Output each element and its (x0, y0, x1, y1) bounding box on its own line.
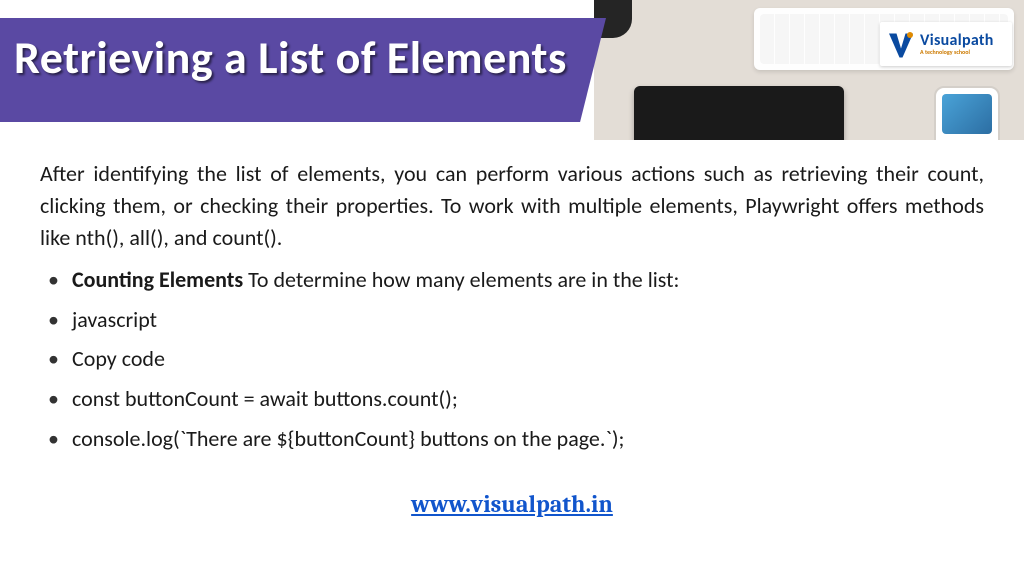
list-item: Counting Elements To determine how many … (48, 264, 984, 296)
list-item: javascript (48, 304, 984, 336)
brand-logo: Visualpath A technology school (880, 22, 1012, 66)
bullet-text: console.log(`There are ${buttonCount} bu… (72, 425, 624, 452)
list-item: Copy code (48, 343, 984, 375)
slide-title: Retrieving a List of Elements (14, 30, 567, 86)
bullet-text: To determine how many elements are in th… (243, 266, 679, 293)
bullet-text: const buttonCount = await buttons.count(… (72, 385, 458, 412)
phone-icon (934, 86, 1000, 140)
bullet-list: Counting Elements To determine how many … (40, 264, 984, 455)
logo-tagline: A technology school (920, 49, 994, 55)
bullet-text: Copy code (72, 345, 165, 372)
footer: www.visualpath.in (0, 490, 1024, 518)
bullet-text: javascript (72, 306, 157, 333)
list-item: console.log(`There are ${buttonCount} bu… (48, 423, 984, 455)
logo-name: Visualpath (920, 33, 994, 49)
footer-url-link[interactable]: www.visualpath.in (411, 490, 613, 518)
slide: Retrieving a List of Elements Visualpath… (0, 0, 1024, 576)
title-banner: Retrieving a List of Elements Visualpath… (0, 0, 1024, 140)
slide-body: After identifying the list of elements, … (40, 158, 984, 463)
banner-photo (594, 0, 1024, 140)
intro-paragraph: After identifying the list of elements, … (40, 158, 984, 254)
bullet-lead: Counting Elements (72, 266, 243, 293)
logo-mark-icon (886, 29, 916, 59)
list-item: const buttonCount = await buttons.count(… (48, 383, 984, 415)
tablet-icon (634, 86, 844, 140)
